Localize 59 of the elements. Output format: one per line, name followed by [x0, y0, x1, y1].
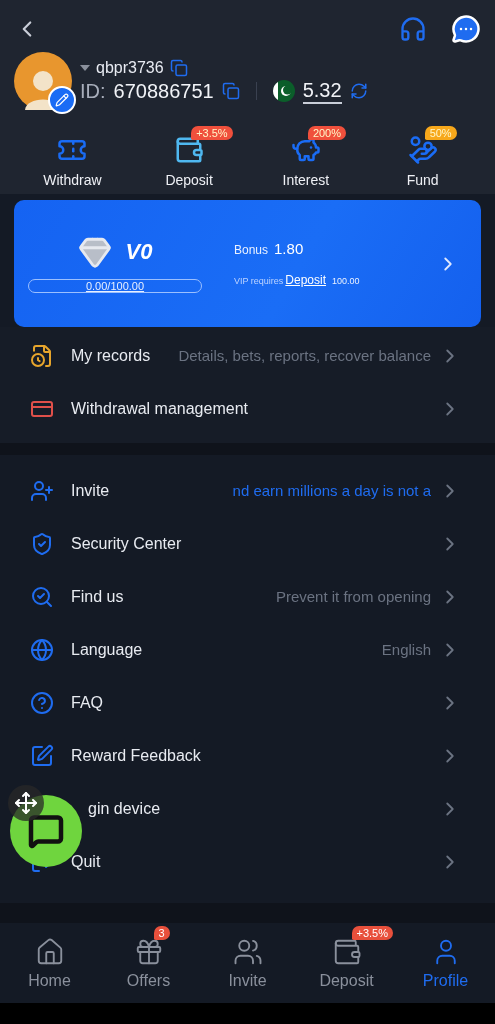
promo-tag: +3.5% [191, 126, 233, 140]
bonus-value: 1.80 [274, 240, 304, 257]
quick-action[interactable]: 200% Interest [247, 122, 365, 188]
username: qbpr3736 [96, 58, 164, 77]
wallet-icon [174, 135, 205, 165]
bonus-label: Bonus [234, 243, 269, 257]
vip-card[interactable]: V0 0.00/100.00 Bonus 1.80 VIP requires Deposit 100.00 [14, 200, 481, 327]
document-icon [30, 343, 54, 368]
nav-tab[interactable]: Home [0, 924, 99, 990]
refresh-icon[interactable] [349, 82, 368, 100]
nav-tab[interactable]: 3 Offers [99, 924, 198, 990]
edit-icon [30, 743, 54, 768]
menu-label[interactable]: Find us [71, 587, 124, 606]
menu-hint: nd earn millions a day is not a [231, 481, 431, 500]
count-badge: 3 [153, 926, 170, 940]
menu-label[interactable]: My records [71, 346, 151, 365]
menu-label[interactable]: Language [71, 640, 143, 659]
deposit-link[interactable]: Deposit [285, 273, 327, 287]
promo-tag: 50% [424, 126, 457, 140]
menu-label[interactable]: Invite [71, 481, 110, 500]
hands-icon [407, 135, 438, 165]
id-label: ID: [80, 79, 106, 103]
support-icon[interactable] [399, 15, 427, 43]
chat-icon[interactable] [451, 14, 481, 44]
shield-icon [30, 531, 54, 556]
users-icon [232, 937, 263, 967]
flag-icon [272, 80, 295, 102]
balance: 5.32 [302, 78, 342, 104]
menu-hint: English [380, 640, 431, 659]
menu-label[interactable]: Withdrawal management [71, 399, 248, 418]
vip-requirement: VIP requires [234, 276, 284, 286]
menu-label[interactable]: gin device [88, 799, 161, 818]
search-icon [30, 584, 54, 609]
caret-icon[interactable] [80, 64, 90, 71]
edit-icon[interactable] [48, 86, 76, 114]
menu-label[interactable]: FAQ [71, 693, 103, 712]
menu-label[interactable]: Reward Feedback [71, 746, 201, 765]
copy-icon[interactable] [221, 82, 240, 100]
count-badge: +3.5% [351, 926, 393, 940]
menu-label[interactable]: Security Center [71, 534, 182, 553]
quick-action[interactable]: 50% Fund [364, 122, 481, 188]
promo-tag: 200% [307, 126, 346, 140]
quick-action[interactable]: Withdraw [14, 122, 131, 188]
menu-label[interactable]: Quit [71, 852, 101, 871]
chat-bubble-icon [28, 813, 64, 849]
vip-level: V0 [125, 238, 153, 265]
copy-icon[interactable] [169, 58, 188, 77]
user-plus-icon [30, 478, 54, 503]
help-icon [30, 690, 54, 715]
progress-text: 0.00/100.00 [85, 279, 145, 292]
menu-hint: Prevent it from opening [274, 587, 431, 606]
nav-tab[interactable]: Invite [198, 924, 297, 990]
nav-tab[interactable]: Profile [396, 924, 495, 990]
quick-action[interactable]: +3.5% Deposit [130, 122, 248, 188]
required-amount: 100.00 [332, 276, 360, 286]
user-id: 670886751 [113, 79, 214, 103]
nav-tab[interactable]: +3.5% Deposit [297, 924, 396, 990]
menu-hint: Details, bets, reports, recover balance [177, 346, 431, 365]
globe-icon [30, 637, 54, 662]
